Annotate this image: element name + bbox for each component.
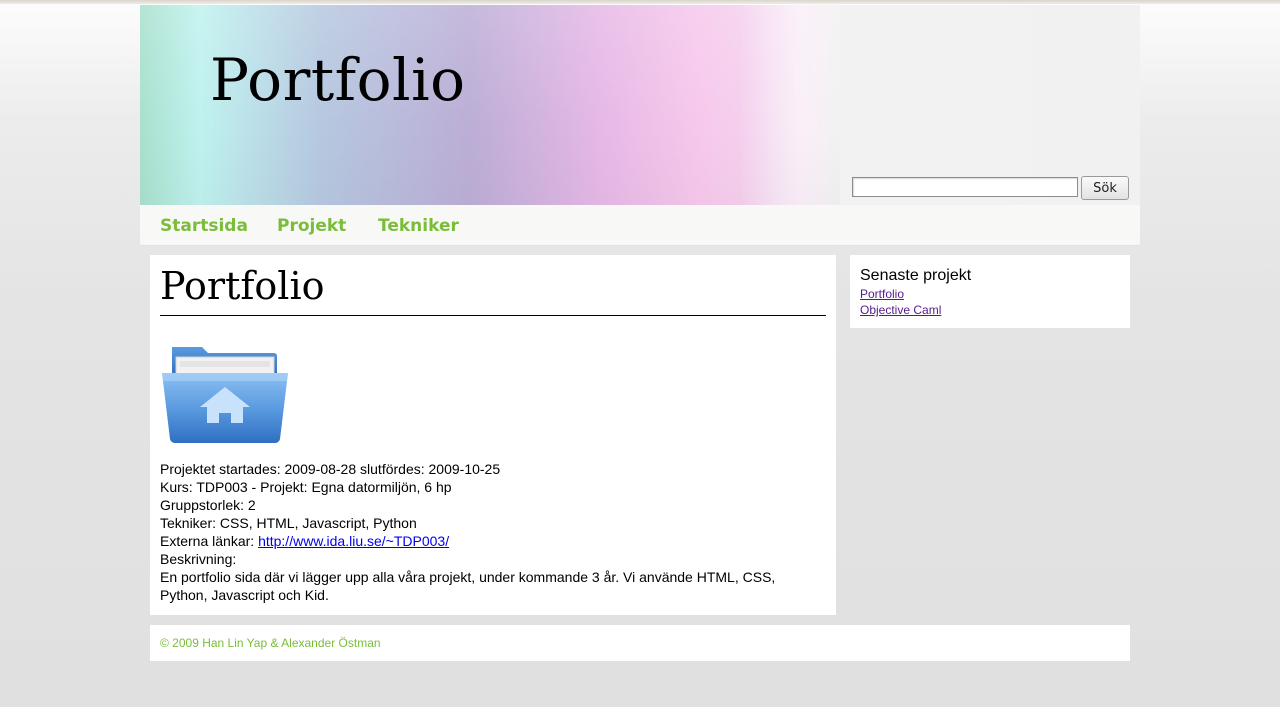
browser-top-edge: [0, 0, 1280, 4]
sidebar-title: Senaste projekt: [860, 267, 972, 284]
started-label: Projektet startades:: [160, 461, 281, 477]
site-title: Portfolio: [210, 46, 466, 114]
external-links-label: Externa länkar:: [160, 533, 255, 549]
site-header: Portfolio Sök: [140, 5, 1140, 205]
project-dates: Projektet startades: 2009-08-28 slutförd…: [160, 460, 820, 478]
recent-project-link-portfolio[interactable]: Portfolio: [860, 287, 904, 301]
search-input[interactable]: [852, 177, 1078, 197]
description-label: Beskrivning:: [160, 551, 237, 567]
group-size: Gruppstorlek: 2: [160, 497, 256, 513]
nav-item-projekt[interactable]: Projekt: [277, 215, 346, 237]
recent-project-link-objective-caml[interactable]: Objective Caml: [860, 303, 941, 317]
course-info: Kurs: TDP003 - Projekt: Egna datormiljön…: [160, 479, 452, 495]
finished-date: 2009-10-25: [428, 461, 501, 477]
search-button[interactable]: Sök: [1081, 176, 1129, 200]
description-text: En portfolio sida där vi lägger upp alla…: [160, 569, 776, 603]
nav-item-startsida[interactable]: Startsida: [160, 215, 248, 237]
folder-home-icon: [162, 347, 288, 444]
copyright-text: © 2009 Han Lin Yap & Alexander Östman: [160, 636, 381, 650]
sidebar-recent-projects: Senaste projekt Portfolio Objective Caml: [850, 255, 1130, 328]
nav-item-tekniker[interactable]: Tekniker: [378, 215, 459, 237]
project-info: Projektet startades: 2009-08-28 slutförd…: [160, 460, 820, 604]
external-link[interactable]: http://www.ida.liu.se/~TDP003/: [258, 533, 449, 549]
external-links: Externa länkar: http://www.ida.liu.se/~T…: [160, 532, 820, 550]
main-navigation: Startsida Projekt Tekniker: [140, 205, 1140, 246]
finished-label: slutfördes:: [360, 461, 425, 477]
site-footer: © 2009 Han Lin Yap & Alexander Östman: [150, 625, 1130, 661]
techniques: Tekniker: CSS, HTML, Javascript, Python: [160, 515, 417, 531]
page-title: Portfolio: [160, 265, 826, 316]
started-date: 2009-08-28: [284, 461, 357, 477]
main-content: Portfolio Projektet startades: 2009-08-2…: [150, 255, 836, 615]
